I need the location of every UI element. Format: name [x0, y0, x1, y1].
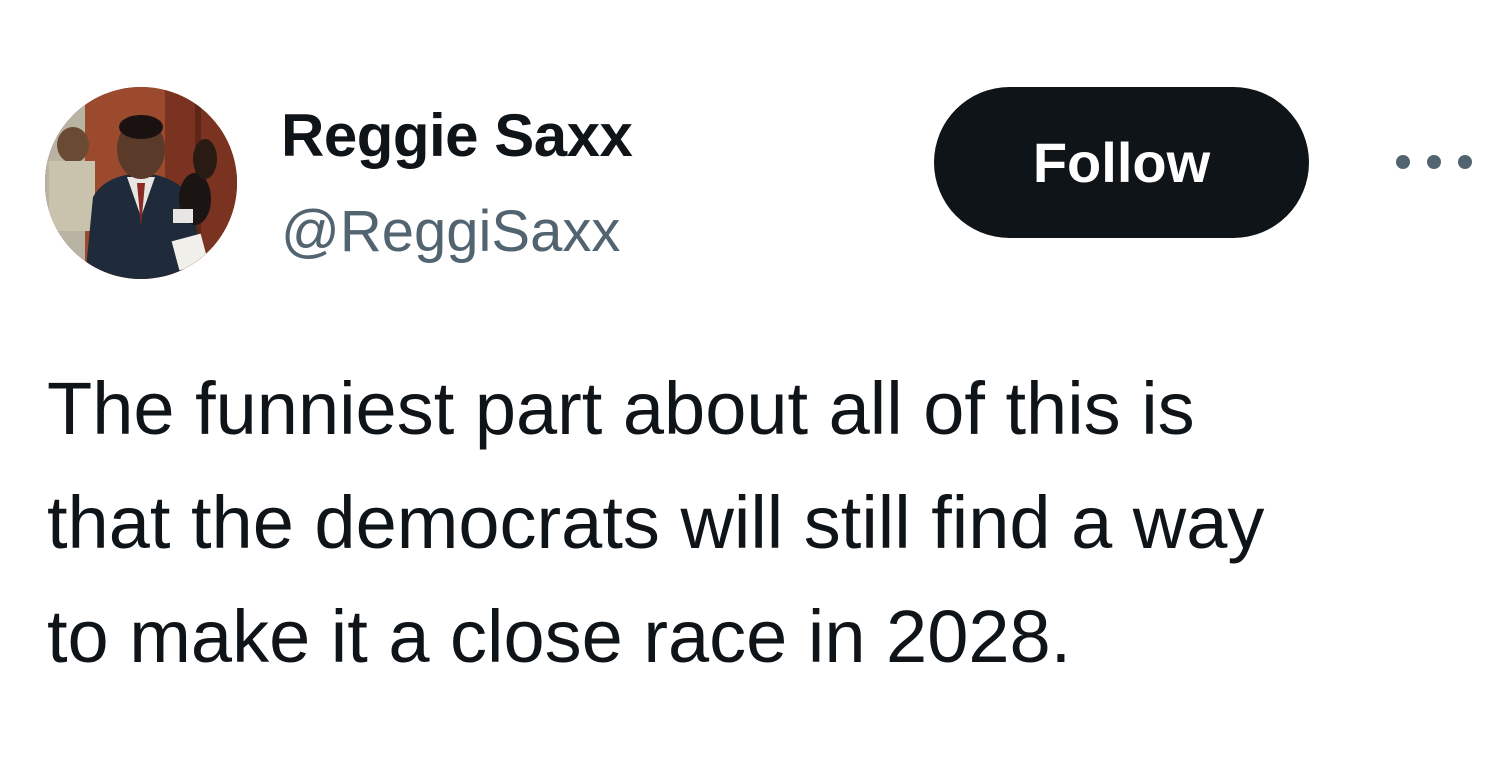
more-horizontal-icon-dot: [1427, 155, 1441, 169]
tweet-text-line: The funniest part about all of this is: [47, 367, 1195, 450]
more-options-button[interactable]: [1392, 140, 1476, 184]
more-horizontal-icon-dot: [1458, 155, 1472, 169]
tweet-text-line: to make it a close race in 2028.: [47, 595, 1072, 678]
tweet-text-line: that the democrats will still find a way: [47, 481, 1265, 564]
author-avatar[interactable]: [45, 87, 237, 279]
author-display-name[interactable]: Reggie Saxx: [281, 96, 633, 176]
tweet-card: Reggie Saxx @ReggiSaxx Follow The funnie…: [0, 0, 1502, 772]
tweet-text: The funniest part about all of this is t…: [47, 352, 1467, 694]
avatar-photo-icon: [45, 87, 237, 279]
author-handle[interactable]: @ReggiSaxx: [281, 192, 620, 272]
follow-button[interactable]: Follow: [934, 87, 1309, 238]
more-horizontal-icon: [1396, 155, 1410, 169]
